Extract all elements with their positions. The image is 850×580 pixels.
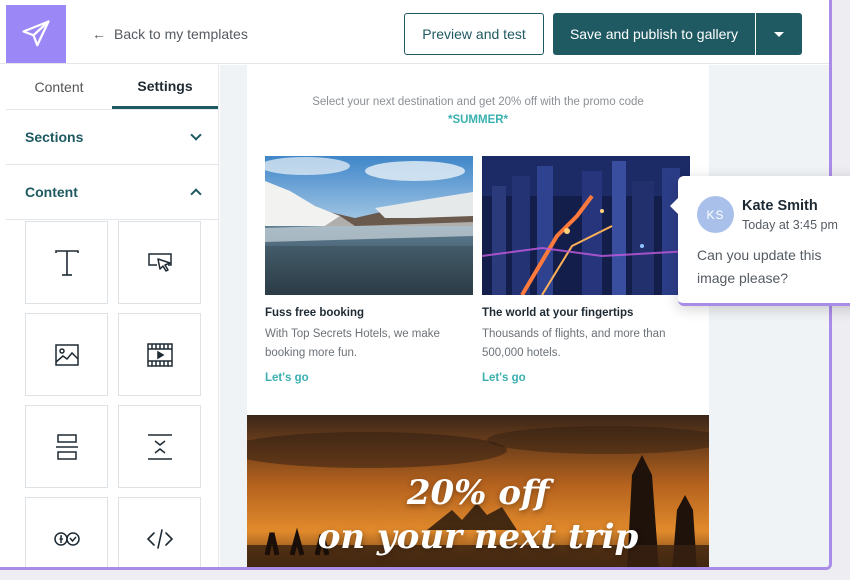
content-blocks-grid bbox=[6, 220, 218, 567]
sidebar: Content Settings Sections Content bbox=[6, 65, 219, 567]
content-accordion[interactable]: Content bbox=[6, 165, 218, 220]
paper-plane-icon bbox=[22, 20, 50, 47]
spacer-block-tile[interactable] bbox=[118, 405, 201, 488]
video-block-tile[interactable] bbox=[118, 313, 201, 396]
tab-content[interactable]: Content bbox=[6, 65, 112, 109]
sections-accordion[interactable]: Sections bbox=[6, 110, 218, 165]
promo-text: Select your next destination and get 20%… bbox=[312, 96, 644, 108]
card-body: With Top Secrets Hotels, we make booking… bbox=[265, 328, 440, 359]
back-link-label: Back to my templates bbox=[114, 26, 248, 42]
card-link[interactable]: Let's go bbox=[265, 372, 473, 384]
city-night-image[interactable] bbox=[482, 156, 690, 295]
divider-block-tile[interactable] bbox=[25, 405, 108, 488]
sections-accordion-label: Sections bbox=[25, 129, 84, 145]
top-bar: ← Back to my templates Preview and test … bbox=[0, 0, 829, 64]
promo-text-block[interactable]: Select your next destination and get 20%… bbox=[247, 93, 709, 129]
back-to-templates-link[interactable]: ← Back to my templates bbox=[92, 24, 248, 44]
divider-icon bbox=[55, 433, 78, 460]
card-link[interactable]: Let's go bbox=[482, 372, 690, 384]
card-world-at-fingertips: The world at your fingertips Thousands o… bbox=[482, 156, 690, 384]
html-block-tile[interactable] bbox=[118, 497, 201, 567]
tab-settings[interactable]: Settings bbox=[112, 65, 218, 109]
mountain-lake-image[interactable] bbox=[265, 156, 473, 295]
card-title: Fuss free booking bbox=[265, 307, 365, 319]
promo-code: *SUMMER* bbox=[447, 114, 509, 126]
banner-headline: 20% off bbox=[406, 473, 550, 513]
image-icon bbox=[54, 343, 79, 366]
save-and-publish-button[interactable]: Save and publish to gallery bbox=[553, 13, 755, 55]
arrow-left-icon: ← bbox=[92, 26, 106, 42]
sidebar-tabs: Content Settings bbox=[6, 65, 218, 110]
card-title: The world at your fingertips bbox=[482, 307, 634, 319]
text-block-tile[interactable] bbox=[25, 221, 108, 304]
caret-down-icon bbox=[774, 31, 784, 37]
comment-text: Can you update this image please? bbox=[697, 247, 822, 286]
logo[interactable] bbox=[6, 5, 66, 63]
social-block-tile[interactable] bbox=[25, 497, 108, 567]
social-icon bbox=[53, 531, 80, 546]
image-block-tile[interactable] bbox=[25, 313, 108, 396]
card-body: Thousands of flights, and more than 500,… bbox=[482, 328, 666, 359]
button-block-tile[interactable] bbox=[118, 221, 201, 304]
email-preview: Select your next destination and get 20%… bbox=[247, 65, 709, 567]
chevron-down-icon bbox=[190, 129, 202, 141]
chevron-up-icon bbox=[190, 188, 202, 200]
button-cursor-icon bbox=[147, 252, 172, 272]
email-canvas: Select your next destination and get 20%… bbox=[220, 65, 829, 567]
content-accordion-label: Content bbox=[25, 184, 78, 200]
card-fuss-free-booking: Fuss free booking With Top Secrets Hotel… bbox=[265, 156, 473, 384]
video-icon bbox=[146, 342, 173, 367]
spacer-icon bbox=[147, 433, 172, 460]
comment-author: Kate Smith bbox=[742, 198, 818, 214]
sunset-banner[interactable]: 20% off on your next trip bbox=[247, 415, 709, 567]
comment-timestamp: Today at 3:45 pm bbox=[742, 218, 838, 232]
banner-subheadline: on your next trip bbox=[317, 517, 639, 557]
comment-popup[interactable]: KS Kate Smith Today at 3:45 pm Can you u… bbox=[670, 176, 850, 306]
avatar: KS bbox=[697, 196, 734, 233]
preview-and-test-button[interactable]: Preview and test bbox=[404, 13, 544, 55]
text-icon bbox=[54, 249, 79, 276]
code-icon bbox=[146, 528, 173, 549]
save-options-dropdown-button[interactable] bbox=[756, 13, 802, 55]
